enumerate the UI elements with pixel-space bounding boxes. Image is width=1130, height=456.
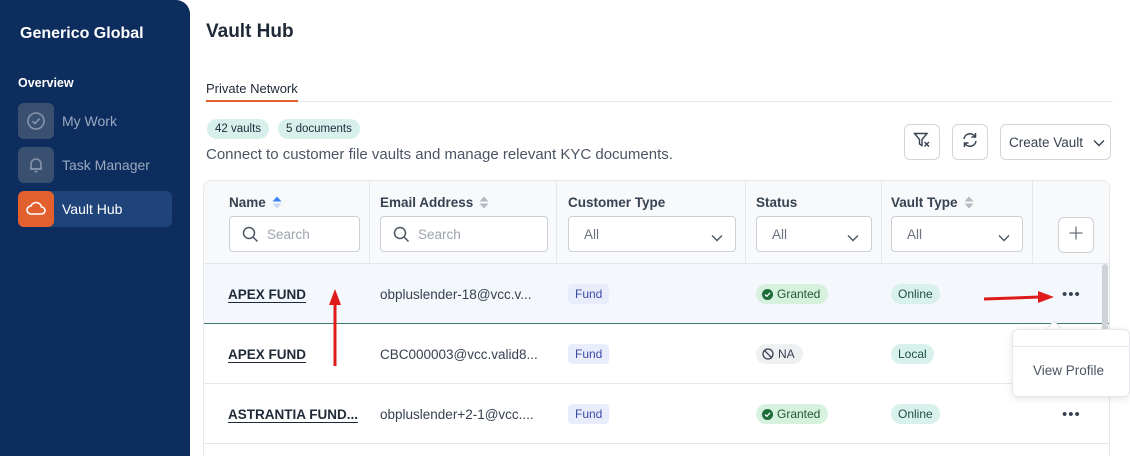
sidebar-item-my-work[interactable]: My Work [18,103,172,139]
sidebar-item-label: Vault Hub [62,201,123,217]
documents-count-chip: 5 documents [278,119,360,139]
status-badge: NA [756,344,803,364]
table-row[interactable]: APEX FUND CBC000003@vcc.valid8... Fund N… [204,324,1109,384]
status-label: Granted [777,287,821,301]
clear-filters-button[interactable] [904,124,940,160]
vault-name-link[interactable]: APEX FUND [228,287,306,302]
row-actions-menu: View Profile [1012,329,1130,397]
vault-type-badge: Online [891,284,940,304]
sort-icon[interactable] [964,196,974,209]
column-divider [556,181,557,264]
chevron-down-icon [847,230,859,245]
column-label: Vault Type [891,195,958,210]
table-row[interactable]: APEX FUND obpluslender-18@vcc.v... Fund … [204,264,1109,324]
vault-type-badge: Online [891,404,940,424]
sidebar-section-overview: Overview [18,76,74,90]
column-label: Customer Type [568,195,666,210]
column-header-name[interactable]: Name [229,195,282,210]
select-value: All [907,226,923,242]
vault-type-select[interactable]: All [891,216,1023,252]
create-vault-label: Create Vault [1009,134,1084,150]
column-label: Email Address [380,195,474,210]
page-title: Vault Hub [206,21,294,42]
customer-type-badge: Fund [568,404,610,424]
more-actions-icon[interactable]: ••• [1062,406,1081,423]
email-cell: CBC000003@vcc.valid8... [380,346,538,362]
sort-icon[interactable] [479,196,489,209]
check-circle-filled-icon [762,288,773,300]
vault-name-link[interactable]: ASTRANTIA FUND... [228,407,358,422]
search-icon [242,226,259,243]
column-header-vault-type[interactable]: Vault Type [891,195,974,210]
email-cell: obpluslender+2-1@vcc.... [380,406,534,422]
status-label: Granted [777,407,821,421]
more-actions-icon[interactable]: ••• [1062,286,1081,303]
column-divider [369,181,370,264]
brand-name: Generico Global [20,25,144,42]
tab-private-network[interactable]: Private Network [206,81,298,102]
sidebar: Generico Global Overview My Work Task Ma… [0,0,190,456]
tab-bar: Private Network [206,80,1113,102]
column-divider [1032,181,1033,264]
sidebar-item-vault-hub[interactable]: Vault Hub [18,191,172,227]
plus-icon [1068,225,1084,246]
email-search-input[interactable]: Search [380,216,548,252]
name-search-input[interactable]: Search [229,216,360,252]
menu-divider [1013,346,1130,347]
vaults-table: Name Search Email Address Search Custome… [203,180,1110,456]
check-circle-icon [18,103,54,139]
vault-type-badge: Local [891,344,934,364]
status-badge: Granted [756,404,829,424]
customer-type-badge: Fund [568,284,610,304]
menu-item-view-profile[interactable]: View Profile [1033,363,1104,378]
column-header-status: Status [756,195,797,210]
column-header-email[interactable]: Email Address [380,195,489,210]
select-value: All [584,226,600,242]
vault-name-link[interactable]: APEX FUND [228,347,306,362]
refresh-icon [960,130,980,155]
column-label: Status [756,195,798,210]
column-label: Name [229,195,266,210]
sidebar-item-label: My Work [62,113,117,129]
chevron-down-icon [1093,135,1105,150]
column-header-customer-type: Customer Type [568,195,665,210]
status-select[interactable]: All [756,216,872,252]
add-column-button[interactable] [1058,217,1094,253]
sort-asc-icon[interactable] [272,196,282,209]
email-cell: obpluslender-18@vcc.v... [380,286,532,302]
refresh-button[interactable] [952,124,988,160]
search-placeholder: Search [418,226,461,242]
sidebar-item-task-manager[interactable]: Task Manager [18,147,172,183]
customer-type-badge: Fund [568,344,610,364]
customer-type-select[interactable]: All [568,216,736,252]
block-icon [762,348,774,360]
status-label: NA [778,347,795,361]
bell-icon [18,147,54,183]
page-description: Connect to customer file vaults and mana… [206,146,673,163]
cloud-icon [18,191,54,227]
check-circle-filled-icon [762,408,773,420]
create-vault-dropdown[interactable]: Create Vault [1000,124,1111,160]
chevron-down-icon [998,230,1010,245]
vaults-count-chip: 42 vaults [207,119,270,139]
table-row[interactable]: ASTRANTIA FUND... obpluslender+2-1@vcc..… [204,384,1109,444]
filter-clear-icon [912,130,932,155]
sidebar-item-label: Task Manager [62,157,150,173]
table-header: Name Search Email Address Search Custome… [204,181,1109,264]
chevron-down-icon [711,230,723,245]
status-badge: Granted [756,284,829,304]
column-divider [745,181,746,264]
search-placeholder: Search [267,226,310,242]
column-divider [881,181,882,264]
search-icon [393,226,410,243]
select-value: All [772,226,788,242]
